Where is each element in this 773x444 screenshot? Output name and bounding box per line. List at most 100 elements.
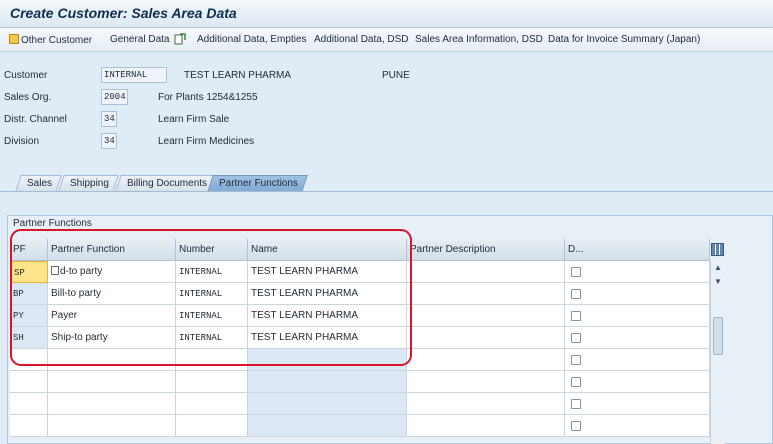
default-checkbox[interactable]	[571, 399, 581, 409]
title-bar: Create Customer: Sales Area Data	[0, 0, 773, 28]
number-cell[interactable]: INTERNAL	[176, 261, 248, 283]
pf-cell[interactable]	[10, 393, 48, 415]
table-row[interactable]	[10, 371, 710, 393]
division-field[interactable]: 34	[101, 133, 117, 149]
distr-channel-text: Learn Firm Sale	[158, 114, 230, 125]
table-settings-icon[interactable]	[711, 243, 724, 256]
description-cell[interactable]	[407, 415, 565, 437]
scroll-down-icon[interactable]: ▼	[713, 277, 723, 287]
table-row[interactable]	[10, 349, 710, 371]
partner-function-cell[interactable]: Ship-to party	[48, 327, 176, 349]
number-cell[interactable]: INTERNAL	[176, 283, 248, 305]
pf-cell[interactable]: BP	[10, 283, 48, 305]
tab-shipping[interactable]: Shipping	[58, 175, 119, 192]
column-header-partner-function[interactable]: Partner Function	[48, 239, 176, 261]
default-cell	[565, 371, 710, 393]
column-header-partner-description[interactable]: Partner Description	[407, 239, 565, 261]
number-cell[interactable]: INTERNAL	[176, 327, 248, 349]
table-row[interactable]	[10, 415, 710, 437]
partner-function-cell[interactable]	[48, 371, 176, 393]
pf-cell[interactable]	[10, 371, 48, 393]
sales-org-label: Sales Org.	[4, 92, 52, 103]
default-checkbox[interactable]	[571, 377, 581, 387]
column-header-d[interactable]: D...	[565, 239, 710, 261]
description-cell[interactable]	[407, 393, 565, 415]
customer-icon	[9, 34, 19, 44]
name-cell: TEST LEARN PHARMA	[248, 327, 407, 349]
tab-billing-documents[interactable]: Billing Documents	[115, 175, 217, 192]
description-cell[interactable]	[407, 283, 565, 305]
default-cell	[565, 305, 710, 327]
number-cell[interactable]	[176, 415, 248, 437]
pf-cell[interactable]: SH	[10, 327, 48, 349]
default-checkbox[interactable]	[571, 289, 581, 299]
column-header-name[interactable]: Name	[248, 239, 407, 261]
scroll-up-icon[interactable]: ▲	[713, 263, 723, 273]
partner-function-cell[interactable]	[48, 415, 176, 437]
partner-function-cell[interactable]: Payer	[48, 305, 176, 327]
description-cell[interactable]	[407, 371, 565, 393]
group-title: Partner Functions	[13, 218, 92, 229]
pf-cell[interactable]: SP	[10, 261, 48, 283]
name-cell	[248, 349, 407, 371]
name-cell: TEST LEARN PHARMA	[248, 283, 407, 305]
column-header-number[interactable]: Number	[176, 239, 248, 261]
number-cell[interactable]	[176, 349, 248, 371]
name-cell	[248, 371, 407, 393]
table-row[interactable]: BP Bill-to party INTERNAL TEST LEARN PHA…	[10, 283, 710, 305]
default-checkbox[interactable]	[571, 421, 581, 431]
distr-channel-label: Distr. Channel	[4, 114, 67, 125]
sales-area-information-dsd-button[interactable]: Sales Area Information, DSD	[415, 34, 543, 45]
tab-partner-functions[interactable]: Partner Functions	[207, 175, 308, 192]
additional-data-dsd-button[interactable]: Additional Data, DSD	[314, 34, 409, 45]
sales-org-field[interactable]: 2004	[101, 89, 128, 105]
default-cell	[565, 261, 710, 283]
number-cell[interactable]	[176, 393, 248, 415]
value-help-icon[interactable]	[51, 266, 59, 275]
default-cell	[565, 327, 710, 349]
customer-field[interactable]: INTERNAL	[101, 67, 167, 83]
description-cell[interactable]	[407, 349, 565, 371]
default-cell	[565, 283, 710, 305]
default-checkbox[interactable]	[571, 267, 581, 277]
table-row[interactable]	[10, 393, 710, 415]
number-cell[interactable]: INTERNAL	[176, 305, 248, 327]
description-cell[interactable]	[407, 327, 565, 349]
division-label: Division	[4, 136, 40, 147]
number-cell[interactable]	[176, 371, 248, 393]
extras-icon	[174, 33, 186, 45]
name-cell	[248, 393, 407, 415]
column-header-pf[interactable]: PF	[10, 239, 48, 261]
default-cell	[565, 349, 710, 371]
pf-cell[interactable]: PY	[10, 305, 48, 327]
partner-function-cell[interactable]: Bill-to party	[48, 283, 176, 305]
scroll-thumb[interactable]	[713, 317, 723, 355]
table-row[interactable]: SH Ship-to party INTERNAL TEST LEARN PHA…	[10, 327, 710, 349]
name-cell: TEST LEARN PHARMA	[248, 261, 407, 283]
tab-strip: Sales Shipping Billing Documents Partner…	[0, 175, 773, 192]
partner-function-cell[interactable]	[48, 349, 176, 371]
default-checkbox[interactable]	[571, 355, 581, 365]
window-title: Create Customer: Sales Area Data	[10, 5, 237, 21]
general-data-button[interactable]: General Data	[110, 34, 169, 45]
vertical-scrollbar[interactable]: ▲ ▼	[710, 261, 725, 444]
description-cell[interactable]	[407, 305, 565, 327]
tab-divider	[0, 191, 773, 192]
default-checkbox[interactable]	[571, 311, 581, 321]
partner-function-cell[interactable]	[48, 393, 176, 415]
pf-cell[interactable]	[10, 349, 48, 371]
table-row[interactable]: SP d-to party INTERNAL TEST LEARN PHARMA	[10, 261, 710, 283]
sales-org-text: For Plants 1254&1255	[158, 92, 258, 103]
other-customer-button[interactable]: Other Customer	[9, 34, 92, 46]
partner-function-cell[interactable]: d-to party	[48, 261, 176, 283]
default-checkbox[interactable]	[571, 333, 581, 343]
tab-sales[interactable]: Sales	[15, 175, 62, 192]
invoice-summary-japan-button[interactable]: Data for Invoice Summary (Japan)	[548, 34, 700, 45]
pf-cell[interactable]	[10, 415, 48, 437]
distr-channel-field[interactable]: 34	[101, 111, 117, 127]
customer-name: TEST LEARN PHARMA	[184, 70, 292, 81]
additional-data-empties-button[interactable]: Additional Data, Empties	[197, 34, 307, 45]
division-text: Learn Firm Medicines	[158, 136, 255, 147]
description-cell[interactable]	[407, 261, 565, 283]
table-row[interactable]: PY Payer INTERNAL TEST LEARN PHARMA	[10, 305, 710, 327]
